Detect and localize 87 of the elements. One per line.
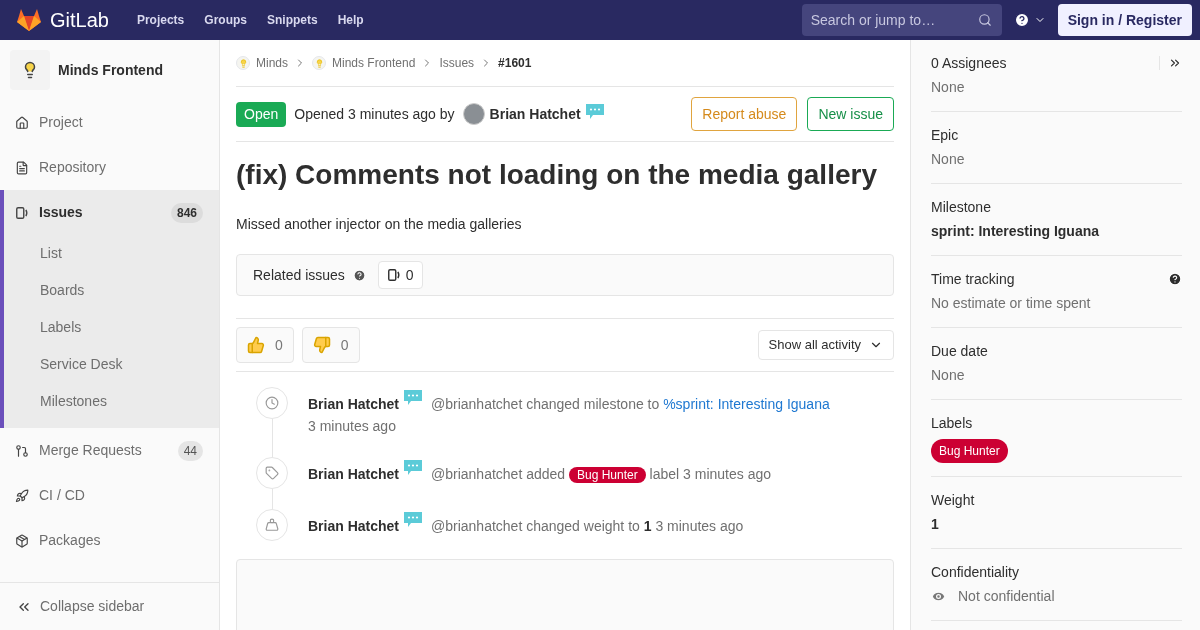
help-icon[interactable] — [352, 268, 366, 282]
breadcrumb-link[interactable]: #1601 — [498, 54, 532, 72]
award-button[interactable]: 0 — [301, 327, 360, 363]
search-icon — [977, 13, 992, 27]
breadcrumb-link[interactable]: Issues — [439, 54, 475, 72]
sidebar-block-value: Not confidential — [958, 587, 1055, 606]
opened-text: Opened 3 minutes ago by — [294, 104, 455, 124]
fox-logo — [16, 8, 42, 32]
sidebar-block-title: Due date — [931, 341, 989, 361]
sidebar-block-title: Labels — [931, 413, 974, 433]
milestone-link[interactable]: %sprint: Interesting Iguana — [663, 396, 830, 412]
project-name: Minds Frontend — [58, 60, 163, 80]
rocket-icon — [15, 488, 29, 503]
sidebar-item[interactable]: Repository — [0, 145, 219, 190]
sidebar-block-value: None — [931, 367, 965, 383]
sidebar-block-value: None — [931, 151, 965, 167]
double-chevron-right-icon[interactable] — [1168, 56, 1182, 70]
breadcrumb-link[interactable]: Minds — [256, 54, 288, 72]
help-icon[interactable] — [1168, 272, 1182, 286]
nav-link[interactable]: Snippets — [266, 11, 318, 29]
search-field[interactable]: Search or jump to… — [801, 4, 1002, 36]
home-icon — [15, 115, 29, 130]
note-text: @brianhatchet changed weight to 1 3 minutes ago — [431, 518, 744, 534]
chat-bubble-icon — [403, 511, 424, 529]
sidebar-subitem[interactable]: Service Desk — [4, 346, 219, 383]
sidebar-block-value: No estimate or time spent — [931, 295, 1091, 311]
sidebar-item[interactable]: Packages — [0, 518, 219, 563]
eye-icon — [931, 589, 946, 604]
lightbulb-icon — [236, 56, 250, 70]
status-badge: Open — [236, 101, 287, 127]
avatar — [462, 103, 485, 125]
thumbs-down-icon — [312, 336, 331, 354]
sidebar-subitem[interactable]: List — [4, 235, 219, 272]
label-tag[interactable]: Bug Hunter — [931, 439, 1008, 463]
thumbs-up-icon — [247, 336, 265, 354]
sidebar-item[interactable]: CI / CD — [0, 473, 219, 518]
label-tag[interactable]: Bug Hunter — [569, 467, 646, 483]
count-badge: 846 — [170, 202, 203, 223]
sidebar-item[interactable]: Merge Requests 44 — [0, 428, 219, 473]
brand-name[interactable]: GitLab — [50, 5, 109, 35]
award-button[interactable]: 0 — [236, 327, 294, 363]
note-time: 3 minutes ago — [308, 417, 397, 436]
sidebar-block-title: Confidentiality — [931, 562, 1020, 582]
sidebar-item[interactable]: Project — [0, 100, 219, 145]
report-abuse-button[interactable]: Report abuse — [691, 97, 798, 131]
sidebar-item[interactable]: Issues 846 — [4, 190, 219, 235]
sidebar-block-value: 1 — [931, 516, 939, 532]
nav-link[interactable]: Projects — [136, 11, 185, 29]
sidebar-block-value: None — [931, 79, 965, 95]
nav-link[interactable]: Help — [337, 11, 364, 29]
sidebar-subitem[interactable]: Boards — [4, 272, 219, 309]
note-author[interactable]: Brian Hatchet — [308, 518, 400, 534]
lightbulb-icon — [312, 56, 326, 70]
activity-filter-dropdown[interactable]: Show all activity — [757, 330, 894, 360]
note-text: @brianhatchet changed milestone to — [431, 396, 661, 412]
sidebar-block-title: Time tracking — [931, 269, 1016, 289]
new-issue-button[interactable]: New issue — [807, 97, 894, 131]
sidebar-block-title: 0 Assignees — [931, 53, 1008, 73]
sidebar-block-value: sprint: Interesting Iguana — [931, 223, 1099, 239]
breadcrumb-link[interactable]: Minds Frontend — [332, 54, 416, 72]
related-count: 0 — [377, 261, 423, 289]
chat-bubble-icon — [403, 389, 424, 407]
merge-request-icon — [15, 443, 29, 458]
issues-icon — [386, 268, 401, 282]
sidebar-block-title: Epic — [931, 125, 960, 145]
issues-icon — [15, 205, 29, 220]
sidebar-subitem[interactable]: Labels — [4, 309, 219, 346]
package-icon — [15, 533, 29, 548]
note-text: label 3 minutes ago — [648, 466, 772, 482]
sidebar-subitem[interactable]: Milestones — [4, 383, 219, 420]
file-icon — [15, 160, 29, 175]
note-text: @brianhatchet added — [431, 466, 567, 482]
sign-in-button[interactable]: Sign in / Register — [1057, 4, 1192, 36]
sidebar-block-title: Weight — [931, 490, 976, 510]
issue-description: Missed another injector on the media galleries — [236, 215, 523, 234]
count-badge: 44 — [177, 440, 203, 461]
chat-bubble-icon — [584, 103, 605, 121]
chat-bubble-icon — [403, 459, 424, 477]
note-author[interactable]: Brian Hatchet — [308, 466, 400, 482]
related-issues-heading: Related issues — [253, 265, 345, 285]
nav-link[interactable]: Groups — [204, 11, 247, 29]
sidebar-block-title: Milestone — [931, 197, 992, 217]
help-icon — [1013, 12, 1030, 28]
note-author[interactable]: Brian Hatchet — [308, 396, 400, 412]
author-link[interactable]: Brian Hatchet — [489, 103, 581, 125]
help-dropdown[interactable] — [1013, 12, 1046, 28]
issue-title: (fix) Comments not loading on the media gallery — [236, 158, 878, 192]
